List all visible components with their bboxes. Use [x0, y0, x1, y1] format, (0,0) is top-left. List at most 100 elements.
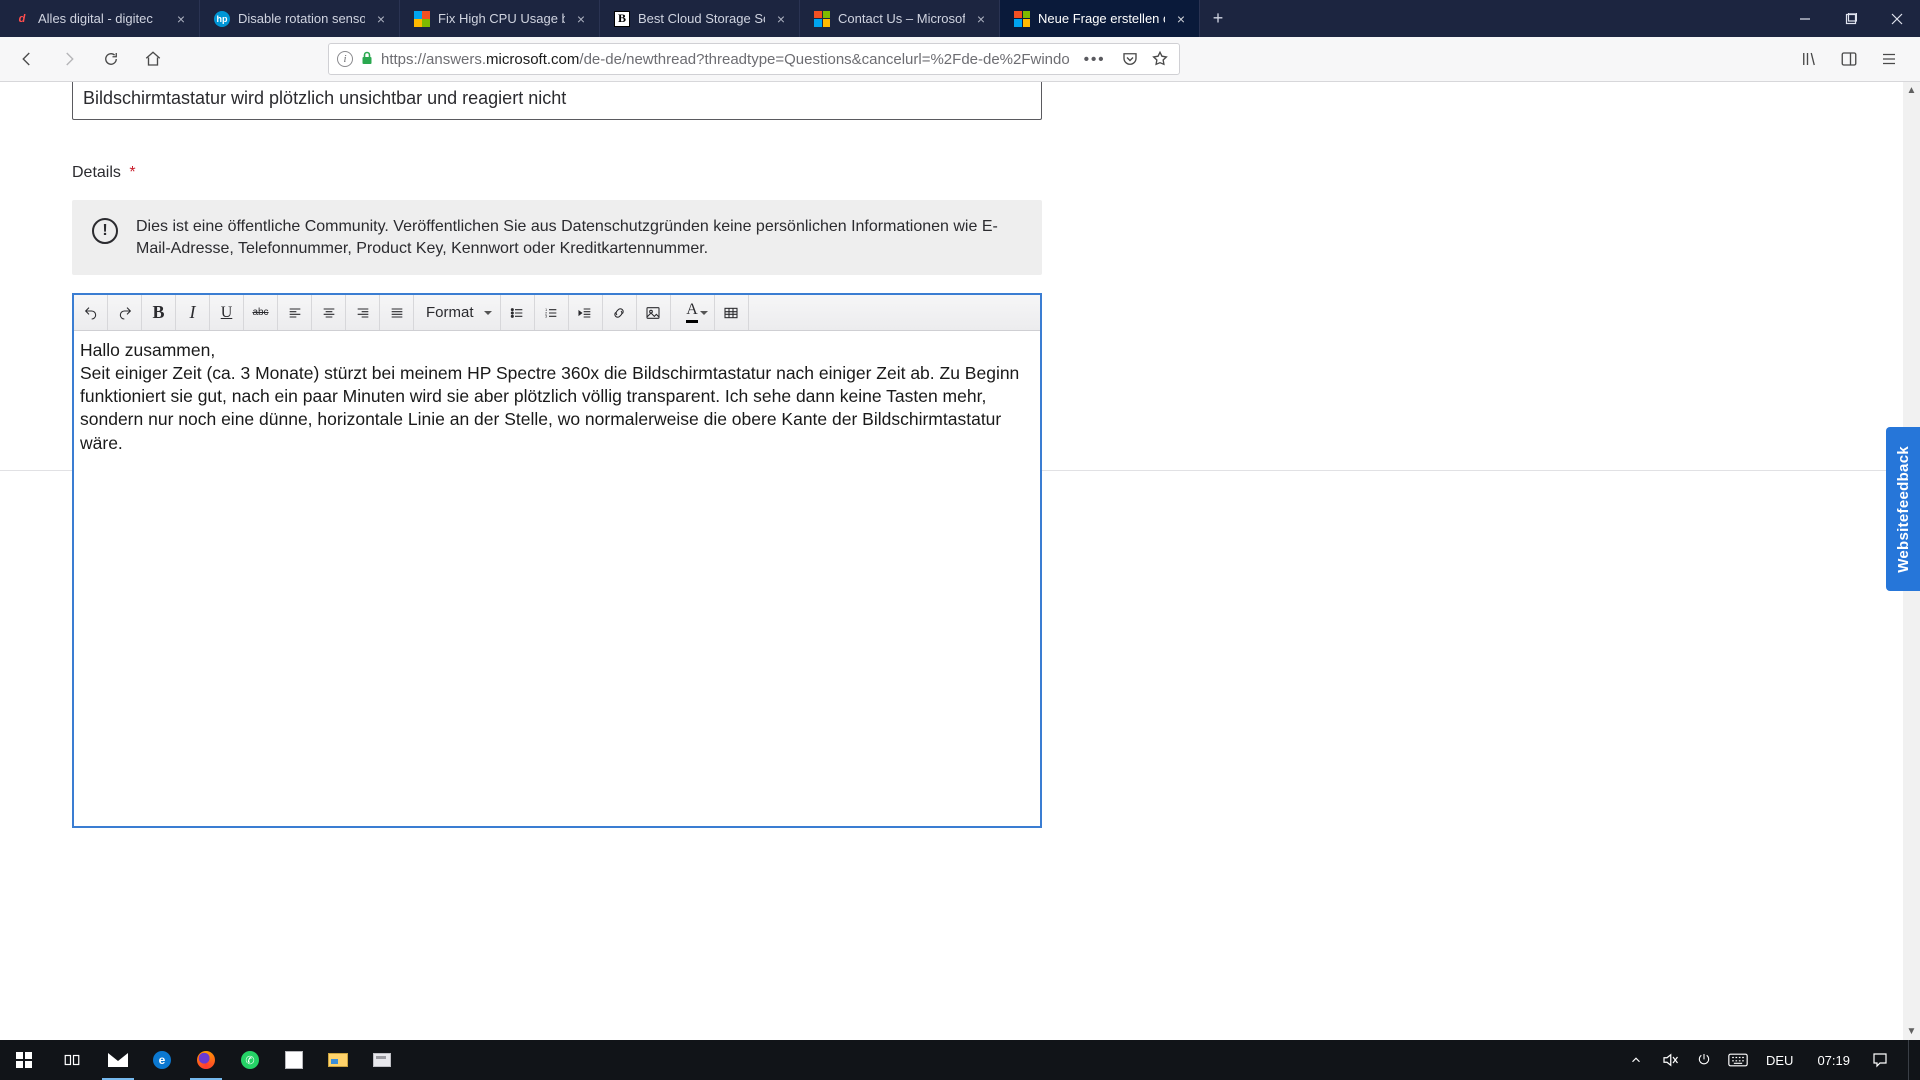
editor-body[interactable]: Hallo zusammen, Seit einiger Zeit (ca. 3… — [74, 331, 1040, 826]
input-language[interactable]: DEU — [1760, 1053, 1799, 1068]
required-mark: * — [129, 164, 135, 181]
menu-icon[interactable] — [1872, 42, 1906, 76]
taskbar-app-firefox[interactable] — [184, 1040, 228, 1080]
bookmark-star-icon[interactable] — [1149, 42, 1171, 76]
url-host: microsoft.com — [486, 51, 579, 68]
editor-toolbar: B I U abc Format 123 A — [74, 295, 1040, 331]
tab-contact[interactable]: Contact Us – Microsof × — [800, 0, 1000, 37]
window-close[interactable] — [1874, 0, 1920, 37]
url-text: https://answers.microsoft.com/de-de/newt… — [381, 51, 1070, 68]
image-button[interactable] — [637, 295, 671, 330]
url-path: /de-de/newthread?threadtype=Questions&ca… — [579, 51, 1069, 68]
editor-paragraph: Seit einiger Zeit (ca. 3 Monate) stürzt … — [80, 362, 1034, 454]
power-icon[interactable] — [1692, 1052, 1716, 1068]
volume-muted-icon[interactable] — [1658, 1051, 1682, 1069]
align-left-button[interactable] — [278, 295, 312, 330]
tab-cpu[interactable]: Fix High CPU Usage b × — [400, 0, 600, 37]
close-icon[interactable]: × — [573, 11, 589, 27]
taskbar-clock[interactable]: 07:19 — [1809, 1053, 1858, 1068]
lock-icon — [361, 51, 373, 68]
bold-button[interactable]: B — [142, 295, 176, 330]
touch-keyboard-icon[interactable] — [1726, 1053, 1750, 1067]
taskbar-app-generic[interactable] — [360, 1040, 404, 1080]
privacy-notice: ! Dies ist eine öffentliche Community. V… — [72, 200, 1042, 275]
favicon-digitec: d — [14, 11, 30, 27]
nav-back[interactable] — [10, 42, 44, 76]
start-button[interactable] — [0, 1040, 48, 1080]
browser-tabs: d Alles digital - digitec × hp Disable r… — [0, 0, 1200, 37]
align-justify-button[interactable] — [380, 295, 414, 330]
taskbar-right: DEU 07:19 — [1624, 1040, 1920, 1080]
taskbar-app-mail[interactable] — [96, 1040, 140, 1080]
library-icon[interactable] — [1792, 42, 1826, 76]
nav-home[interactable] — [136, 42, 170, 76]
question-form: Bildschirmtastatur wird plötzlich unsich… — [0, 82, 1920, 828]
window-maximize[interactable] — [1828, 0, 1874, 37]
url-bar[interactable]: i https://answers.microsoft.com/de-de/ne… — [328, 43, 1180, 75]
toolbar-right — [1792, 42, 1910, 76]
redo-button[interactable] — [108, 295, 142, 330]
url-prefix: https://answers. — [381, 51, 486, 68]
subject-input[interactable]: Bildschirmtastatur wird plötzlich unsich… — [72, 82, 1042, 120]
window-minimize[interactable] — [1782, 0, 1828, 37]
svg-text:3: 3 — [545, 313, 548, 318]
browser-navbar: i https://answers.microsoft.com/de-de/ne… — [0, 37, 1920, 82]
details-label: Details * — [72, 164, 1848, 182]
tab-title: Alles digital - digitec — [38, 11, 165, 26]
close-icon[interactable]: × — [173, 11, 189, 27]
action-center-icon[interactable] — [1868, 1051, 1892, 1069]
indent-button[interactable] — [569, 295, 603, 330]
close-icon[interactable]: × — [773, 11, 789, 27]
scroll-up-arrow[interactable]: ▲ — [1903, 82, 1920, 99]
italic-button[interactable]: I — [176, 295, 210, 330]
tab-digitec[interactable]: d Alles digital - digitec × — [0, 0, 200, 37]
format-label: Format — [426, 304, 474, 321]
nav-forward[interactable] — [52, 42, 86, 76]
favicon-generic — [414, 11, 430, 27]
link-button[interactable] — [603, 295, 637, 330]
favicon-microsoft — [814, 11, 830, 27]
tab-hp[interactable]: hp Disable rotation senso × — [200, 0, 400, 37]
task-view-button[interactable] — [48, 1040, 96, 1080]
table-button[interactable] — [715, 295, 749, 330]
taskbar-app-whatsapp[interactable]: ✆ — [228, 1040, 272, 1080]
tab-title: Disable rotation senso — [238, 11, 365, 26]
format-dropdown[interactable]: Format — [414, 295, 501, 330]
tab-cloud[interactable]: B Best Cloud Storage So × — [600, 0, 800, 37]
window-controls — [1782, 0, 1920, 37]
nav-reload[interactable] — [94, 42, 128, 76]
feedback-tab[interactable]: Websitefeedback — [1886, 427, 1920, 591]
taskbar-app-explorer[interactable] — [316, 1040, 360, 1080]
taskbar-app-calendar[interactable] — [272, 1040, 316, 1080]
taskbar-app-edge[interactable] — [140, 1040, 184, 1080]
privacy-notice-text: Dies ist eine öffentliche Community. Ver… — [136, 216, 1022, 259]
page-actions-icon[interactable]: ••• — [1078, 51, 1112, 68]
new-tab-button[interactable]: + — [1200, 0, 1236, 37]
underline-button[interactable]: U — [210, 295, 244, 330]
close-icon[interactable]: × — [1173, 11, 1189, 27]
tab-title: Best Cloud Storage So — [638, 11, 765, 26]
details-label-text: Details — [72, 164, 121, 181]
site-info-icon[interactable]: i — [337, 51, 353, 67]
browser-titlebar: d Alles digital - digitec × hp Disable r… — [0, 0, 1920, 37]
bulleted-list-button[interactable] — [501, 295, 535, 330]
text-color-button[interactable]: A — [671, 295, 715, 330]
taskbar-left: ✆ — [0, 1040, 404, 1080]
editor-line: Hallo zusammen, — [80, 339, 1034, 362]
show-desktop-button[interactable] — [1908, 1040, 1914, 1080]
undo-button[interactable] — [74, 295, 108, 330]
close-icon[interactable]: × — [973, 11, 989, 27]
sidebar-icon[interactable] — [1832, 42, 1866, 76]
tab-newquestion[interactable]: Neue Frage erstellen o × — [1000, 0, 1200, 37]
align-right-button[interactable] — [346, 295, 380, 330]
align-center-button[interactable] — [312, 295, 346, 330]
tray-chevron-icon[interactable] — [1624, 1053, 1648, 1067]
rich-text-editor: B I U abc Format 123 A Hallo zusammen, S… — [72, 293, 1042, 828]
numbered-list-button[interactable]: 123 — [535, 295, 569, 330]
pocket-icon[interactable] — [1119, 42, 1141, 76]
favicon-microsoft — [1014, 11, 1030, 27]
tab-title: Contact Us – Microsof — [838, 11, 965, 26]
scroll-down-arrow[interactable]: ▼ — [1903, 1023, 1920, 1040]
close-icon[interactable]: × — [373, 11, 389, 27]
strikethrough-button[interactable]: abc — [244, 295, 278, 330]
